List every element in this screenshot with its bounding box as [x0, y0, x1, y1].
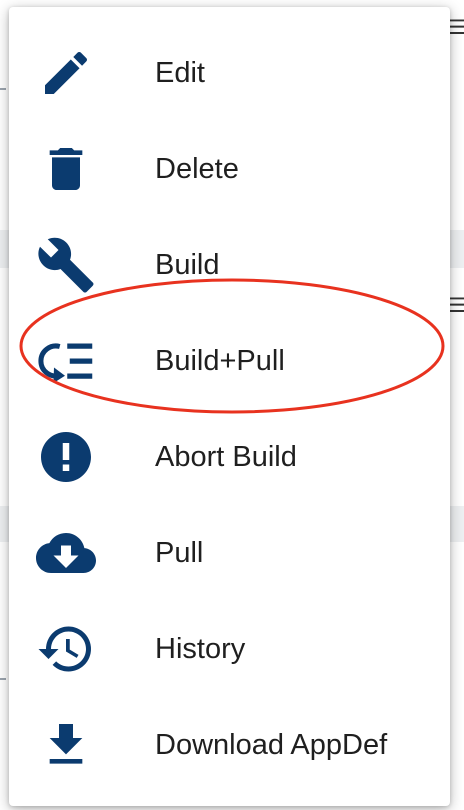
- menu-item-label: Pull: [155, 537, 204, 569]
- menu-item-pull[interactable]: Pull: [9, 505, 450, 601]
- menu-item-label: Delete: [155, 153, 239, 185]
- background-row-edge: ☰: [448, 296, 464, 316]
- menu-item-label: Edit: [155, 57, 205, 89]
- menu-item-history[interactable]: History: [9, 601, 450, 697]
- history-icon: [33, 619, 99, 679]
- menu-item-label: Download AppDef: [155, 729, 388, 761]
- menu-item-edit[interactable]: Edit: [9, 25, 450, 121]
- menu-item-build[interactable]: Build: [9, 217, 450, 313]
- download-icon: [33, 715, 99, 775]
- menu-item-label: Abort Build: [155, 441, 297, 473]
- background-row-edge: ☰: [448, 18, 464, 38]
- menu-item-label: History: [155, 633, 246, 665]
- menu-item-label: Build+Pull: [155, 345, 285, 377]
- menu-item-download-appdef[interactable]: Download AppDef: [9, 697, 450, 793]
- menu-item-build-pull[interactable]: Build+Pull: [9, 313, 450, 409]
- cloud-download-icon: [33, 523, 99, 583]
- trash-icon: [33, 139, 99, 199]
- exclamation-circle-icon: [33, 427, 99, 487]
- context-menu: Edit Delete Build Build+Pull Abort Build…: [9, 7, 450, 806]
- menu-item-delete[interactable]: Delete: [9, 121, 450, 217]
- menu-item-abort-build[interactable]: Abort Build: [9, 409, 450, 505]
- background-mark: [0, 678, 6, 680]
- build-pull-icon: [33, 331, 99, 391]
- menu-item-label: Build: [155, 249, 220, 281]
- pencil-icon: [33, 43, 99, 103]
- wrench-icon: [33, 235, 99, 295]
- background-mark: [0, 88, 6, 90]
